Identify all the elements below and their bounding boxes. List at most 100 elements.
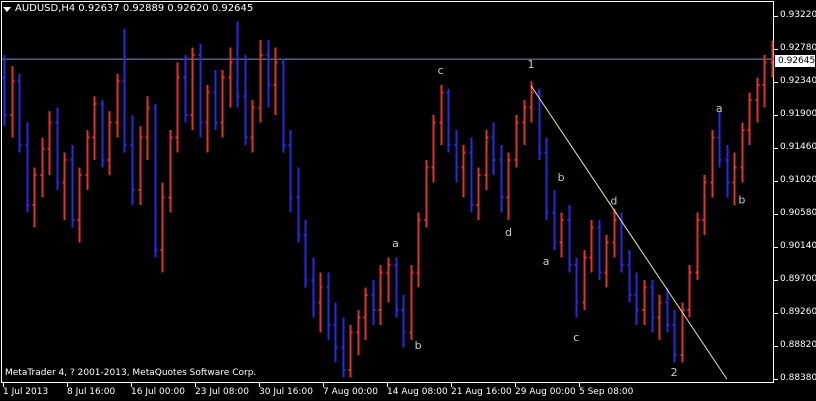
ohlc-bar [401,295,406,348]
ohlc-bar [424,160,429,228]
ohlc-bar [506,152,511,220]
ohlc-bar [725,145,730,198]
ohlc-bar [258,40,263,123]
ohlc-bar [544,137,549,220]
y-tick-label: 0.93220 [780,10,816,20]
ohlc-bar [672,310,677,363]
ohlc-bar [680,302,685,363]
ohlc-bar [431,115,436,183]
ohlc-bar [326,272,331,340]
ohlc-bar [582,250,587,310]
ohlc-bar [371,280,376,325]
ohlc-bar [762,55,767,108]
ohlc-bar [250,100,255,153]
wave-label: 2 [671,366,678,379]
ohlc-bar [454,130,459,183]
x-tick-label: 1 Jul 2013 [3,387,49,397]
ohlc-bar [574,257,579,318]
y-tick-label: 0.91460 [780,142,816,152]
ohlc-bar [589,220,594,273]
ohlc-bar [469,137,474,213]
y-tick-label: 0.88820 [780,340,816,350]
ohlc-bar [228,47,233,108]
wave-label: c [573,331,579,344]
ohlc-bar [491,122,496,175]
y-tick-label: 0.92340 [780,76,816,86]
x-tick-label: 21 Aug 16:00 [451,387,512,397]
price-chart-svg: c 1 b d d a a b c 2 a b [2,21,775,380]
wave-label: 1 [528,58,535,71]
ohlc-bar [522,100,527,145]
copyright-notice: MetaTrader 4, ? 2001-2013, MetaQuotes So… [5,368,257,378]
y-tick-label: 0.92780 [780,43,816,53]
ohlc-bar [205,85,210,153]
ohlc-bar [198,43,203,138]
y-tick-mark [774,148,778,149]
y-tick-label: 0.90140 [780,241,816,251]
symbol-timeframe: AUDUSD,H4 [15,3,76,14]
ohlc-bar [687,265,692,318]
ohlc-bar [702,175,707,235]
ohlc-bar [559,212,564,258]
ohlc-bar [665,287,670,333]
chart-header: AUDUSD,H4 0.92637 0.92889 0.92620 0.9264… [3,3,253,15]
ohlc-bar [153,103,158,258]
ohlc-bar [446,88,451,153]
ohlc-bar [55,107,60,190]
ohlc-bar [755,77,760,123]
x-tick-label: 29 Aug 00:00 [515,387,576,397]
ohlc-bar [657,295,662,340]
y-tick-mark [774,247,778,248]
ohlc-bar [710,130,715,198]
ohlc-bar [47,111,52,175]
ohlc-bar [85,130,90,190]
x-tick-label: 23 Jul 08:00 [195,387,249,397]
ohlc-bar [266,40,271,108]
ohlc-bar [394,257,399,318]
y-tick-label: 0.89260 [780,307,816,317]
ohlc-bar [296,167,301,243]
ohlc-bar [740,122,745,183]
ohlc-bar [567,205,572,273]
wave-label: c [438,64,444,77]
ohlc-bar [288,130,293,213]
ohlc-bar [461,145,466,198]
y-tick-mark [774,313,778,314]
chart-window[interactable]: c 1 b d d a a b c 2 a b AUDUSD,H4 0.92637 0.92889 0… [0,0,816,401]
ohlc-bar [634,272,639,325]
ohlc-bar [386,257,391,303]
ohlc-bar [363,287,368,340]
ohlc-bar [70,145,75,228]
ohlc-bar [145,96,150,160]
ohlc-bar [183,55,188,123]
y-tick-mark [774,82,778,83]
ohlc-values: 0.92637 0.92889 0.92620 0.92645 [78,3,254,14]
ohlc-bar [115,73,120,138]
ohlc-bar [122,28,127,153]
ohlc-bar [499,145,504,213]
ohlc-bar [484,130,489,190]
ohlc-bar [348,325,353,378]
ohlc-bar [747,92,752,145]
ohlc-bar [311,257,316,318]
symbol-menu-icon[interactable] [3,6,11,12]
y-tick-mark [774,379,778,380]
wave-label: b [558,171,565,184]
ohlc-bar [17,73,22,153]
ohlc-bar [612,208,617,258]
ohlc-bar [476,167,481,220]
wave-label: a [716,102,723,115]
y-tick-label: 0.91900 [780,109,816,119]
ohlc-bar [281,58,286,153]
ohlc-bar [650,280,655,333]
x-tick-label: 16 Jul 00:00 [131,387,185,397]
ohlc-bar [356,310,361,355]
ohlc-bar [243,55,248,145]
ohlc-bar [235,21,240,108]
wave-label: d [610,194,617,207]
ohlc-bar [40,137,45,198]
ohlc-bar [732,152,737,205]
y-tick-label: 0.91020 [780,175,816,185]
ohlc-bar [220,70,225,138]
y-tick-mark [774,16,778,17]
